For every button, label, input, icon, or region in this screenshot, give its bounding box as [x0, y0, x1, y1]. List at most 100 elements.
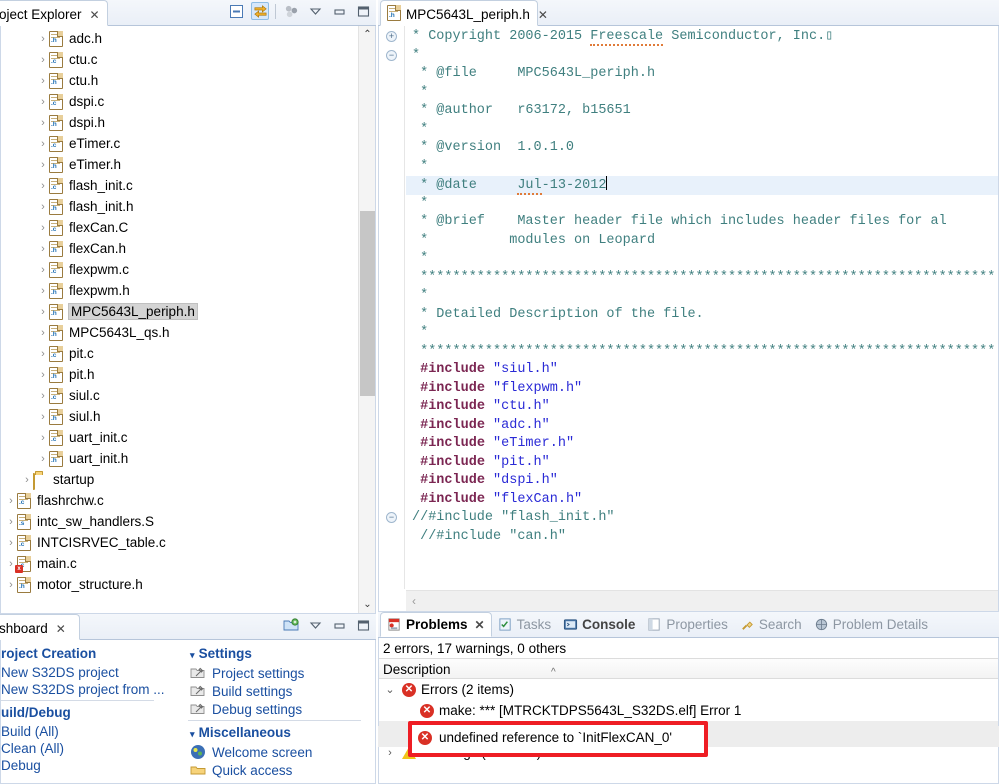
code-line[interactable]: * Copyright 2006-2015 Freescale Semicond…: [406, 28, 998, 47]
expand-arrow-icon[interactable]: ›: [37, 348, 49, 360]
tab-console[interactable]: Console: [557, 612, 641, 637]
dashboard-link-new-s32ds-project-from-[interactable]: New S32DS project from ...: [1, 681, 168, 698]
expand-arrow-icon[interactable]: ›: [37, 390, 49, 402]
tree-item-etimer-h[interactable]: › .h eTimer.h: [1, 154, 357, 175]
tab-mpc5643l-periph-h[interactable]: .h MPC5643L_periph.h ✕: [380, 0, 548, 26]
expand-arrow-icon[interactable]: ›: [21, 474, 33, 486]
expand-arrow-icon[interactable]: ›: [37, 243, 49, 255]
link-with-editor-icon[interactable]: [251, 2, 269, 20]
expand-arrow-icon[interactable]: ›: [37, 453, 49, 465]
tab-properties[interactable]: Properties: [641, 612, 734, 637]
expand-arrow-icon[interactable]: ⌄: [383, 683, 397, 696]
close-icon[interactable]: ✕: [475, 618, 485, 632]
tab-project-explorer[interactable]: oject Explorer ✕: [0, 0, 108, 26]
code-line[interactable]: #include "flexpwm.h": [406, 380, 998, 399]
editor-horizontal-scrollbar[interactable]: ‹: [406, 590, 998, 611]
expand-arrow-icon[interactable]: ›: [37, 117, 49, 129]
code-line[interactable]: *: [406, 121, 998, 140]
collapse-all-icon[interactable]: [227, 2, 245, 20]
dashboard-link-build-settings[interactable]: Build settings: [168, 682, 375, 700]
tree-item-mpc5643l-qs-h[interactable]: › .h MPC5643L_qs.h: [1, 322, 357, 343]
expand-arrow-icon[interactable]: ›: [37, 264, 49, 276]
import-project-icon[interactable]: [282, 616, 300, 634]
tree-item-mpc5643l-periph-h[interactable]: › .h MPC5643L_periph.h: [1, 301, 357, 322]
tree-item-siul-c[interactable]: › .c siul.c: [1, 385, 357, 406]
problems-column-header[interactable]: Description ^: [379, 658, 998, 679]
editor-code-area[interactable]: * Copyright 2006-2015 Freescale Semicond…: [406, 26, 998, 589]
tree-item-uart-init-c[interactable]: › .c uart_init.c: [1, 427, 357, 448]
expand-arrow-icon[interactable]: ›: [37, 54, 49, 66]
expand-arrow-icon[interactable]: ›: [383, 747, 397, 759]
project-tree-scrollbar[interactable]: ⌃ ⌄: [358, 26, 375, 613]
maximize-icon[interactable]: [354, 2, 372, 20]
chevron-down-icon[interactable]: [306, 2, 324, 20]
dashboard-link-quick-access[interactable]: Quick access: [168, 761, 375, 779]
dashboard-link-build-all-[interactable]: Build (All): [1, 723, 168, 740]
code-line[interactable]: ****************************************…: [406, 269, 998, 288]
section-twisty-icon[interactable]: ▾: [190, 729, 195, 739]
highlighted-problem-row[interactable]: ✕ undefined reference to `InitFlexCAN_0': [418, 730, 672, 745]
expand-arrow-icon[interactable]: ›: [37, 180, 49, 192]
code-line[interactable]: * @author r63172, b15651: [406, 102, 998, 121]
project-tree[interactable]: › .h adc.h › .c ctu.c › .h ctu.h › .c dspi.c › .h dspi…: [1, 28, 357, 613]
tree-item-flash-init-h[interactable]: › .h flash_init.h: [1, 196, 357, 217]
tree-item-ctu-h[interactable]: › .h ctu.h: [1, 70, 357, 91]
code-line[interactable]: *: [406, 84, 998, 103]
tree-item-flashrchw-c[interactable]: › .c flashrchw.c: [1, 490, 357, 511]
sort-ascending-icon[interactable]: ^: [551, 662, 556, 683]
code-line[interactable]: //#include "can.h": [406, 528, 998, 547]
tree-item-uart-init-h[interactable]: › .h uart_init.h: [1, 448, 357, 469]
dashboard-link-project-settings[interactable]: Project settings: [168, 664, 375, 682]
expand-arrow-icon[interactable]: ›: [37, 285, 49, 297]
tree-item-adc-h[interactable]: › .h adc.h: [1, 28, 357, 49]
code-line[interactable]: #include "flexCan.h": [406, 491, 998, 510]
code-line[interactable]: *: [406, 47, 998, 66]
problem-row[interactable]: ✕ make: *** [MTRCKTDPS5643L_S32DS.elf] Er…: [379, 700, 998, 721]
tree-item-ctu-c[interactable]: › .c ctu.c: [1, 49, 357, 70]
expand-arrow-icon[interactable]: ›: [37, 201, 49, 213]
expand-arrow-icon[interactable]: ›: [5, 516, 17, 528]
fold-expand-icon[interactable]: +: [386, 31, 397, 42]
code-line[interactable]: #include "dspi.h": [406, 472, 998, 491]
tree-item-flash-init-c[interactable]: › .c flash_init.c: [1, 175, 357, 196]
code-line[interactable]: #include "pit.h": [406, 454, 998, 473]
dashboard-link-clean-all-[interactable]: Clean (All): [1, 740, 168, 757]
scroll-left-icon[interactable]: ‹: [406, 594, 416, 608]
tree-item-main-c[interactable]: ›.cxmain.c: [1, 553, 357, 574]
maximize-icon[interactable]: [354, 616, 372, 634]
expand-arrow-icon[interactable]: ›: [5, 579, 17, 591]
fold-collapse-icon[interactable]: −: [386, 512, 397, 523]
expand-arrow-icon[interactable]: ›: [37, 159, 49, 171]
expand-arrow-icon[interactable]: ›: [37, 138, 49, 150]
dashboard-link-new-s32ds-project[interactable]: New S32DS project: [1, 664, 168, 681]
tree-item-flexpwm-h[interactable]: › .h flexpwm.h: [1, 280, 357, 301]
expand-arrow-icon[interactable]: ›: [37, 96, 49, 108]
code-line[interactable]: * Detailed Description of the file.: [406, 306, 998, 325]
chevron-down-icon[interactable]: [306, 616, 324, 634]
problem-row[interactable]: ⌄ ✕ Errors (2 items): [379, 679, 998, 700]
expand-arrow-icon[interactable]: ›: [5, 495, 17, 507]
tree-item-pit-c[interactable]: › .c pit.c: [1, 343, 357, 364]
close-icon[interactable]: ✕: [90, 8, 100, 22]
tree-item-pit-h[interactable]: › .h pit.h: [1, 364, 357, 385]
dashboard-link-debug-settings[interactable]: Debug settings: [168, 700, 375, 718]
fold-collapse-icon[interactable]: −: [386, 49, 397, 61]
tree-item-intcisrvec-table-c[interactable]: › .c INTCISRVEC_table.c: [1, 532, 357, 553]
vertical-sash[interactable]: [376, 0, 378, 784]
tree-item-dspi-c[interactable]: › .c dspi.c: [1, 91, 357, 112]
scrollbar-thumb[interactable]: [360, 211, 375, 396]
code-line[interactable]: #include "eTimer.h": [406, 435, 998, 454]
code-line[interactable]: * @brief Master header file which includ…: [406, 213, 998, 232]
expand-arrow-icon[interactable]: ›: [37, 306, 49, 318]
tree-item-etimer-c[interactable]: › .c eTimer.c: [1, 133, 357, 154]
dashboard-link-debug[interactable]: Debug: [1, 757, 168, 774]
code-line[interactable]: ****************************************…: [406, 343, 998, 362]
dashboard-section-title[interactable]: ▾ Settings: [168, 644, 375, 664]
expand-arrow-icon[interactable]: ›: [37, 432, 49, 444]
close-icon[interactable]: ✕: [56, 622, 66, 636]
view-menu-group-icon[interactable]: [282, 2, 300, 20]
tab-search[interactable]: Search: [734, 612, 808, 637]
tree-item-flexcan-c[interactable]: › .c flexCan.C: [1, 217, 357, 238]
code-line[interactable]: * @version 1.0.1.0: [406, 139, 998, 158]
tab-problem-details[interactable]: Problem Details: [808, 612, 934, 637]
